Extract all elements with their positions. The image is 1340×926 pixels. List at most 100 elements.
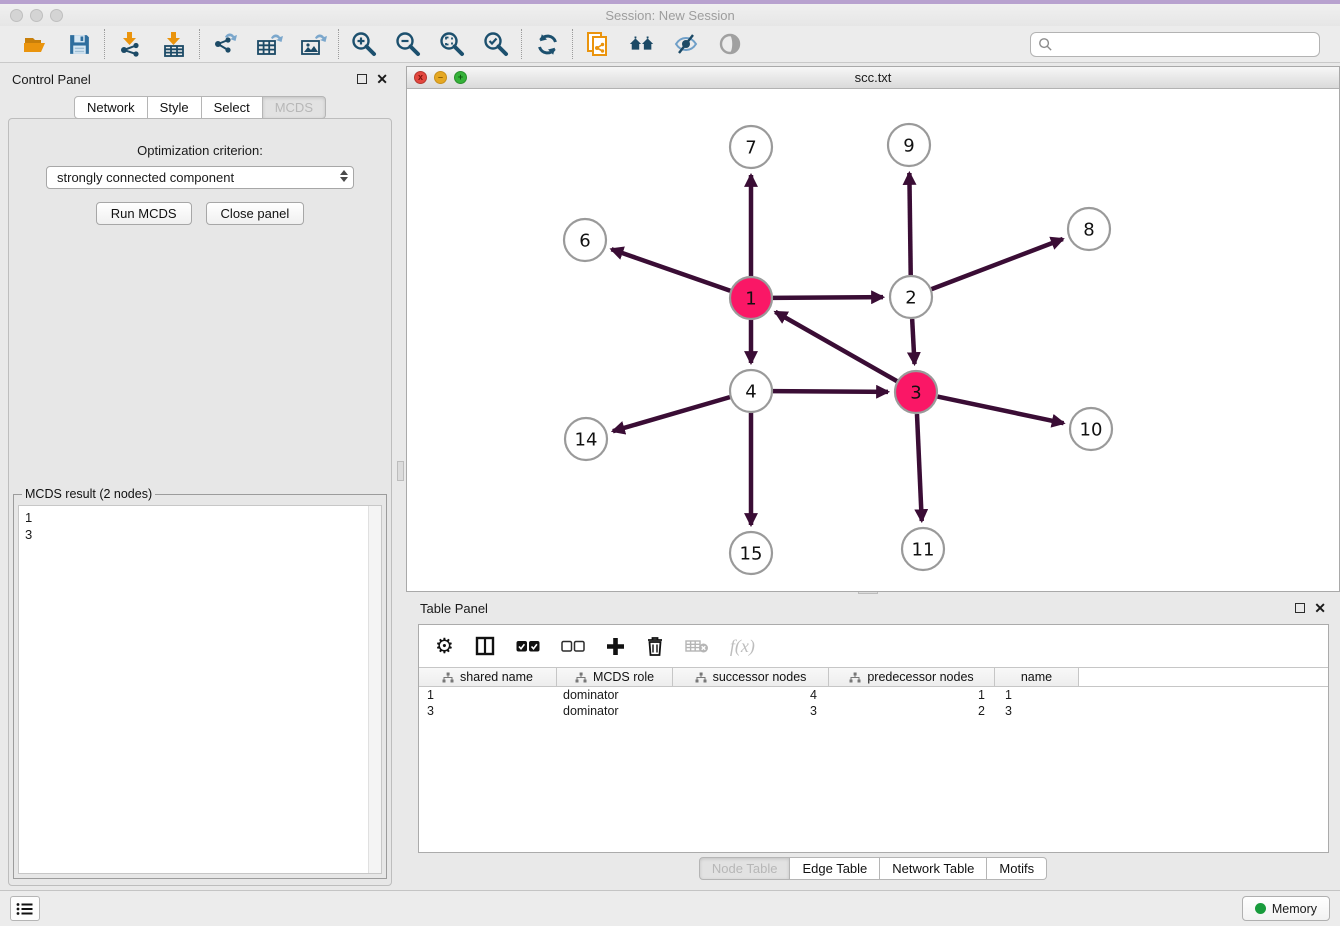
deselect-all-icon[interactable]	[561, 640, 585, 653]
import-table-icon[interactable]	[160, 30, 188, 58]
close-panel-icon[interactable]: ✕	[376, 74, 388, 84]
tab-network[interactable]: Network	[74, 96, 148, 119]
vertical-splitter-handle[interactable]	[397, 461, 404, 481]
cell-name[interactable]: 3	[995, 704, 1079, 718]
close-table-panel-icon[interactable]: ✕	[1314, 603, 1326, 613]
optimization-criterion-label: Optimization criterion:	[9, 143, 391, 158]
graph-edge-3-10[interactable]	[938, 397, 1064, 424]
graph-edge-2-8[interactable]	[932, 239, 1063, 289]
table-row[interactable]: 1 dominator 4 1 1	[419, 687, 1328, 703]
close-panel-button[interactable]: Close panel	[206, 202, 305, 225]
mcds-result-item[interactable]: 3	[25, 526, 375, 543]
column-header-successor-nodes[interactable]: successor nodes	[673, 668, 829, 686]
result-scrollbar[interactable]	[368, 506, 381, 873]
graph-edge-1-6[interactable]	[611, 249, 730, 291]
cell-predecessor-nodes[interactable]: 1	[829, 688, 995, 702]
delete-entries-icon[interactable]	[646, 636, 664, 656]
cell-mcds-role[interactable]: dominator	[557, 688, 673, 702]
graph-edge-4-3[interactable]	[773, 391, 888, 392]
function-builder-disabled-icon: f(x)	[730, 636, 755, 657]
import-network-icon[interactable]	[116, 30, 144, 58]
column-header-shared-name[interactable]: shared name	[419, 668, 557, 686]
task-history-button[interactable]	[10, 896, 40, 921]
cell-successor-nodes[interactable]: 4	[673, 688, 829, 702]
search-input[interactable]	[1058, 37, 1312, 52]
app-titlebar: Session: New Session	[0, 4, 1340, 26]
global-search-field[interactable]	[1030, 32, 1320, 57]
tab-edge-table[interactable]: Edge Table	[790, 857, 880, 880]
network-minimize-button[interactable]: –	[434, 71, 447, 84]
export-network-icon[interactable]	[211, 30, 239, 58]
graph-node-label: 2	[905, 288, 916, 309]
column-type-icon	[442, 672, 454, 683]
graph-node-label: 6	[579, 231, 590, 252]
select-spinner-icon	[340, 170, 348, 182]
graph-edge-4-14[interactable]	[613, 397, 730, 431]
run-mcds-button[interactable]: Run MCDS	[96, 202, 192, 225]
mcds-result-item[interactable]: 1	[25, 509, 375, 526]
table-panel-title: Table Panel	[420, 601, 488, 616]
memory-status-icon	[1255, 903, 1266, 914]
memory-label: Memory	[1272, 902, 1317, 916]
tab-node-table[interactable]: Node Table	[699, 857, 791, 880]
tab-network-table[interactable]: Network Table	[880, 857, 987, 880]
cell-predecessor-nodes[interactable]: 2	[829, 704, 995, 718]
zoom-in-icon[interactable]	[350, 30, 378, 58]
select-all-icon[interactable]	[516, 640, 540, 653]
tab-mcds[interactable]: MCDS	[263, 96, 326, 119]
cell-successor-nodes[interactable]: 3	[673, 704, 829, 718]
show-columns-icon[interactable]	[475, 636, 495, 656]
mcds-result-group: MCDS result (2 nodes) 1 3	[13, 487, 387, 879]
tab-style[interactable]: Style	[148, 96, 202, 119]
network-view-window: x – + scc.txt 7968124314101511	[406, 66, 1340, 592]
table-toolbar: ⚙ f(x)	[419, 625, 1328, 667]
cell-shared-name[interactable]: 3	[419, 704, 557, 718]
table-settings-icon[interactable]: ⚙	[435, 636, 454, 657]
tab-motifs[interactable]: Motifs	[987, 857, 1047, 880]
mcds-result-list[interactable]: 1 3	[18, 505, 382, 874]
cell-shared-name[interactable]: 1	[419, 688, 557, 702]
hide-view-icon[interactable]	[672, 30, 700, 58]
zoom-fit-icon[interactable]	[438, 30, 466, 58]
network-graph[interactable]: 7968124314101511	[407, 89, 1339, 591]
export-image-icon[interactable]	[299, 30, 327, 58]
add-column-icon[interactable]	[606, 637, 625, 656]
graph-node-label: 14	[575, 430, 598, 451]
memory-button[interactable]: Memory	[1242, 896, 1330, 921]
table-row[interactable]: 3 dominator 3 2 3	[419, 703, 1328, 719]
column-header-predecessor-nodes[interactable]: predecessor nodes	[829, 668, 995, 686]
clone-network-icon[interactable]	[584, 30, 612, 58]
app-title: Session: New Session	[0, 8, 1340, 23]
tab-select[interactable]: Select	[202, 96, 263, 119]
column-header-mcds-role[interactable]: MCDS role	[557, 668, 673, 686]
zoom-selected-icon[interactable]	[482, 30, 510, 58]
graph-node-label: 10	[1080, 420, 1103, 441]
refresh-icon[interactable]	[533, 30, 561, 58]
zoom-out-icon[interactable]	[394, 30, 422, 58]
graph-edge-3-11[interactable]	[917, 414, 922, 521]
float-table-panel-icon[interactable]	[1295, 603, 1305, 613]
column-type-icon	[575, 672, 587, 683]
graph-node-label: 9	[903, 136, 914, 157]
graph-edge-2-3[interactable]	[912, 319, 914, 364]
graph-node-label: 11	[912, 540, 935, 561]
mcds-panel-body: Optimization criterion: strongly connect…	[8, 118, 392, 886]
column-header-name[interactable]: name	[995, 668, 1079, 686]
network-close-button[interactable]: x	[414, 71, 427, 84]
graph-edge-3-1[interactable]	[775, 312, 897, 381]
network-window-title: scc.txt	[407, 70, 1339, 85]
cell-name[interactable]: 1	[995, 688, 1079, 702]
delete-column-disabled-icon	[685, 638, 709, 654]
float-panel-icon[interactable]	[357, 74, 367, 84]
graph-edge-2-9[interactable]	[909, 173, 910, 275]
graph-edge-1-2[interactable]	[773, 297, 883, 298]
cell-mcds-role[interactable]: dominator	[557, 704, 673, 718]
show-all-network-views-icon[interactable]	[628, 30, 656, 58]
control-panel: Control Panel ✕ Network Style Select MCD…	[0, 66, 400, 886]
network-zoom-button[interactable]: +	[454, 71, 467, 84]
table-header-row: shared name MCDS role successor nodes pr…	[419, 667, 1328, 687]
export-table-icon[interactable]	[255, 30, 283, 58]
open-session-icon[interactable]	[21, 30, 49, 58]
optimization-criterion-select[interactable]: strongly connected component	[46, 166, 354, 189]
save-session-icon[interactable]	[65, 30, 93, 58]
